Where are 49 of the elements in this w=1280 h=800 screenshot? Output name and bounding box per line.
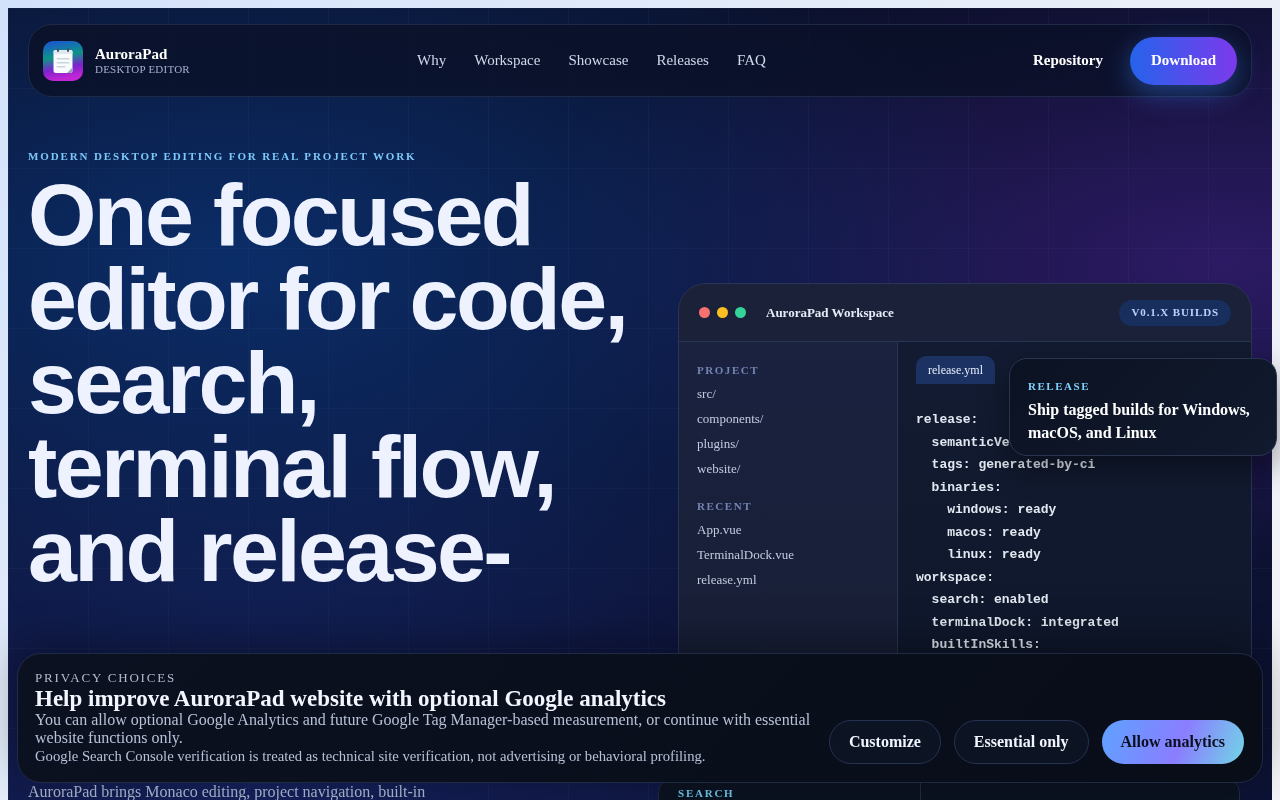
banner-text: You can allow optional Google Analytics and future Google Tag Manager-based measurement, or continue with essential website functions only. [35, 711, 812, 747]
nav-link[interactable]: Releases [656, 49, 709, 72]
sidebar-item[interactable]: plugins/ [697, 435, 739, 452]
code-line: binaries: [931, 479, 1002, 496]
repository-link[interactable]: Repository [1032, 49, 1103, 72]
code-line: tags: generated-by-ci [931, 457, 1096, 474]
code-line: builtInSkills: [931, 637, 1041, 654]
code-line: terminalDock: integrated [931, 614, 1119, 631]
nav-link[interactable]: Workspace [474, 49, 541, 72]
card-label: SEARCH [678, 787, 735, 799]
consent-button[interactable]: Customize [828, 720, 941, 764]
window-control-icon[interactable] [735, 307, 746, 318]
hero-headline: One focused editor for code, search, terminal flow, and release- [28, 173, 628, 593]
nav-link[interactable]: Why [417, 49, 447, 72]
code-line: macos: ready [947, 524, 1041, 541]
consent-button[interactable]: Essential only [953, 720, 1089, 764]
window-control-icon[interactable] [699, 307, 710, 318]
sidebar-heading: PROJECT [697, 363, 760, 377]
banner-title: Help improve AuroraPad website with optional Google analytics [35, 686, 667, 711]
code-line: search: enabled [931, 592, 1049, 609]
download-button[interactable]: Download [1129, 36, 1237, 85]
brand-name: AuroraPad [95, 45, 169, 63]
hero-intro: AuroraPad brings Monaco editing, project navigation, built-in [28, 784, 426, 800]
window-title: AuroraPad Workspace [766, 303, 894, 322]
nav-link[interactable]: Showcase [568, 49, 629, 72]
code-line: release: [916, 412, 979, 429]
card-text: Ship tagged builds for Windows, macOS, and Linux [1028, 400, 1251, 443]
sidebar-item[interactable]: website/ [697, 460, 741, 477]
version-badge: V0.1.X BUILDS [1119, 299, 1231, 326]
code-line: linux: ready [947, 547, 1041, 564]
card-label: RELEASE [1028, 379, 1091, 393]
hero-eyebrow: MODERN DESKTOP EDITING FOR REAL PROJECT WORK [28, 149, 417, 163]
code-line: workspace: [916, 569, 994, 586]
sidebar-heading: RECENT [697, 499, 753, 513]
consent-button[interactable]: Allow analytics [1101, 720, 1244, 764]
code-line: windows: ready [947, 502, 1057, 519]
notepad-icon [43, 40, 83, 81]
sidebar-item[interactable]: TerminalDock.vue [697, 546, 794, 563]
editor-tab[interactable]: release.yml [916, 356, 995, 384]
banner-note: Google Search Console verification is treated as technical site verification, not advertising or behavioral profiling. [35, 747, 706, 765]
window-control-icon[interactable] [717, 307, 728, 318]
sidebar-item[interactable]: src/ [697, 385, 716, 402]
sidebar-item[interactable]: components/ [697, 410, 764, 427]
code-line: semanticVe [931, 434, 1010, 451]
nav-link[interactable]: FAQ [736, 49, 766, 72]
sidebar-item[interactable]: App.vue [697, 521, 742, 538]
sidebar-item[interactable]: release.yml [697, 571, 757, 588]
brand-tagline: DESKTOP EDITOR [95, 62, 190, 76]
banner-eyebrow: PRIVACY CHOICES [35, 670, 177, 686]
